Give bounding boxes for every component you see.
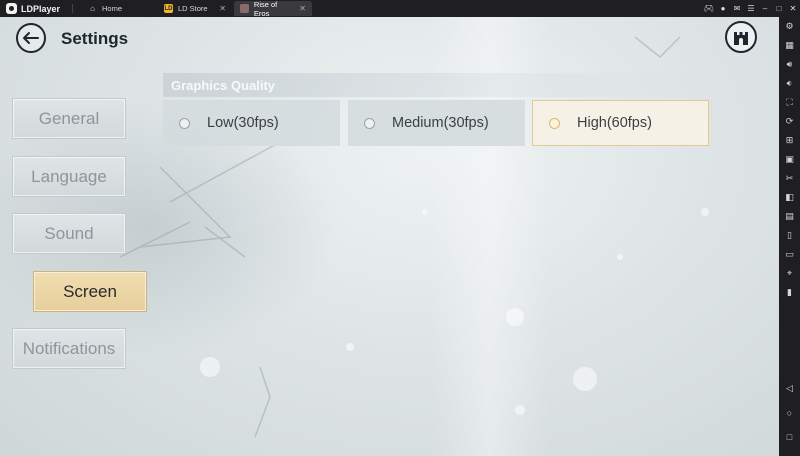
close-icon[interactable]: ✕: [219, 4, 226, 13]
fullscreen-icon[interactable]: ⛶: [783, 96, 796, 109]
gamepad-icon[interactable]: 🎮︎: [702, 0, 716, 17]
shake-icon[interactable]: ▯: [783, 229, 796, 242]
folder-icon[interactable]: ▭: [783, 248, 796, 261]
radio-icon[interactable]: [364, 117, 375, 129]
option-label: Low(30fps): [207, 115, 279, 131]
minimize-icon[interactable]: –: [758, 0, 772, 17]
back-nav-icon[interactable]: ◁: [783, 382, 796, 395]
section-title: Graphics Quality: [171, 78, 276, 93]
tab-separator: [72, 4, 73, 13]
nav-label: Screen: [63, 281, 117, 301]
recents-nav-icon[interactable]: □: [783, 430, 796, 443]
nav-general[interactable]: General: [12, 98, 126, 139]
scissors-icon[interactable]: ✂: [783, 172, 796, 185]
emulator-titlebar: LDPlayer ⌂ Home LD LD Store ✕ Rise of Er…: [0, 0, 800, 18]
nav-label: General: [38, 108, 100, 128]
tab-home[interactable]: ⌂ Home: [82, 1, 156, 16]
nav-sound[interactable]: Sound: [12, 213, 126, 254]
sync-icon[interactable]: ▤: [783, 210, 796, 223]
game-screen: Settings General Language Sound Screen N…: [0, 17, 779, 456]
castle-button[interactable]: [725, 21, 757, 53]
ldplayer-logo-icon: [6, 3, 17, 14]
nav-notifications[interactable]: Notifications: [12, 328, 126, 369]
option-medium-30fps[interactable]: Medium(30fps): [348, 100, 525, 146]
account-icon[interactable]: ●: [716, 0, 730, 17]
game-icon: [240, 4, 249, 13]
back-arrow-icon: [23, 32, 39, 44]
close-icon[interactable]: ✕: [786, 0, 800, 17]
radio-icon[interactable]: [179, 117, 190, 129]
graphics-quality-header: Graphics Quality: [163, 73, 743, 97]
emulator-right-toolbar: ⚙ ▦ 🔊︎ 🔉︎ ⛶ ⟳ ⊞ ▣ ✂ ◧ ▤ ▯ ▭ ⌖ ▮ ◁ ○ □: [779, 17, 800, 456]
tab-ld-store[interactable]: LD LD Store ✕: [158, 1, 232, 16]
volume-down-icon[interactable]: 🔉︎: [783, 77, 796, 90]
tab-label: LD Store: [178, 4, 208, 13]
nav-label: Notifications: [22, 338, 116, 358]
home-nav-icon[interactable]: ○: [783, 406, 796, 419]
option-high-60fps[interactable]: High(60fps): [532, 100, 709, 146]
option-low-30fps[interactable]: Low(30fps): [163, 100, 340, 146]
store-icon: LD: [164, 4, 173, 13]
tab-label: Home: [102, 4, 123, 13]
tab-rise-of-eros[interactable]: Rise of Eros ✕: [234, 0, 312, 18]
home-icon: ⌂: [90, 4, 95, 13]
ldplayer-brand[interactable]: LDPlayer: [6, 2, 60, 15]
tab-label: Rise of Eros: [253, 0, 278, 18]
settings-icon[interactable]: ⚙: [783, 20, 796, 33]
nav-language[interactable]: Language: [12, 156, 126, 197]
nav-label: Sound: [44, 223, 94, 243]
brand-label: LDPlayer: [21, 3, 61, 14]
add-apk-icon[interactable]: ⊞: [783, 134, 796, 147]
close-icon[interactable]: ✕: [299, 4, 306, 13]
radio-icon[interactable]: [549, 117, 560, 129]
operation-icon[interactable]: ◧: [783, 191, 796, 204]
volume-up-icon[interactable]: 🔊︎: [783, 58, 796, 71]
back-button[interactable]: [16, 23, 46, 53]
option-label: High(60fps): [577, 115, 652, 131]
castle-icon: [734, 32, 748, 45]
location-icon[interactable]: ⌖: [783, 267, 796, 280]
mail-icon[interactable]: ✉: [730, 0, 744, 17]
keyboard-icon[interactable]: ▦: [783, 39, 796, 52]
nav-screen[interactable]: Screen: [33, 271, 147, 312]
page-title: Settings: [61, 29, 129, 48]
vibrate-icon[interactable]: ▮: [783, 286, 796, 299]
option-label: Medium(30fps): [392, 115, 489, 131]
nav-label: Language: [31, 166, 107, 186]
menu-icon[interactable]: ☰: [744, 0, 758, 17]
maximize-icon[interactable]: □: [772, 0, 786, 17]
window-controls: 🎮︎ ● ✉ ☰ – □ ✕: [702, 0, 800, 17]
rotate-icon[interactable]: ⟳: [783, 115, 796, 128]
record-icon[interactable]: ▣: [783, 153, 796, 166]
